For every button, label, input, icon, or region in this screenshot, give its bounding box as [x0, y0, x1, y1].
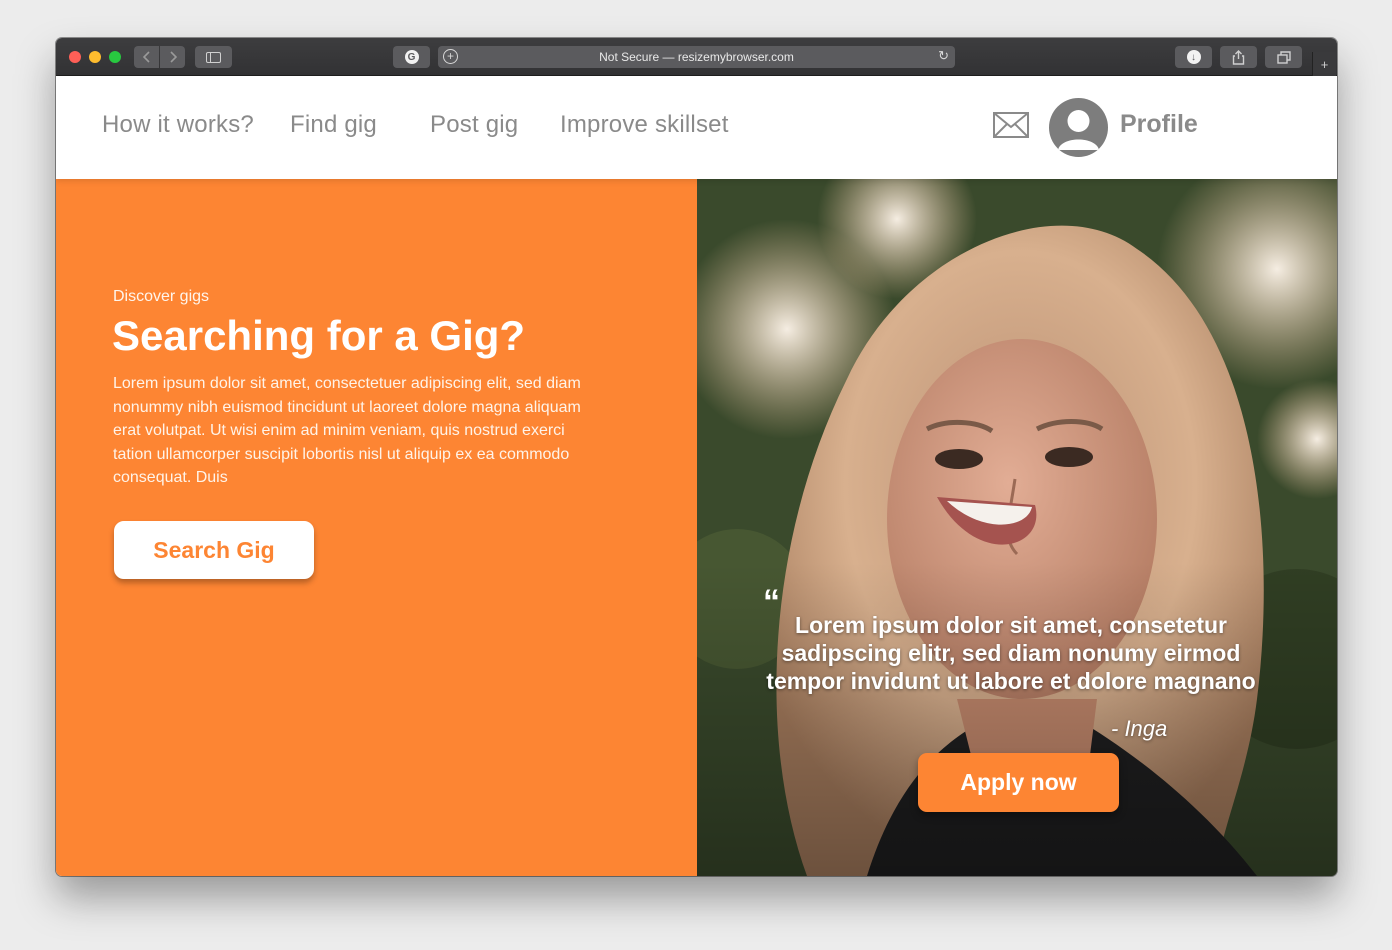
reload-icon[interactable]: ↻ [938, 48, 949, 64]
sidebar-toggle-button[interactable] [195, 46, 232, 68]
share-button[interactable] [1220, 46, 1257, 68]
testimonial-author: - Inga [1111, 716, 1168, 741]
hero-eyebrow: Discover gigs [113, 288, 210, 305]
hero-promo-panel: Discover gigs Searching for a Gig? Lorem… [56, 179, 697, 876]
user-silhouette-icon [1058, 110, 1099, 150]
testimonial-quote: Lorem ipsum dolor sit amet, consetetur s… [766, 612, 1256, 694]
browser-window: G + Not Secure — resizemybrowser.com ↻ ↓… [56, 38, 1337, 876]
apply-now-button[interactable]: Apply now [918, 753, 1119, 812]
nav-link-how-it-works[interactable]: How it works? [102, 111, 254, 139]
minimize-window-button[interactable] [89, 51, 101, 63]
mail-icon[interactable] [993, 112, 1029, 138]
downloads-button[interactable]: ↓ [1175, 46, 1212, 68]
browser-toolbar: G + Not Secure — resizemybrowser.com ↻ ↓… [56, 38, 1337, 76]
back-chevron-icon [142, 51, 150, 63]
back-button[interactable] [134, 46, 159, 68]
download-icon: ↓ [1186, 50, 1201, 64]
forward-chevron-icon [169, 51, 177, 63]
nav-link-find-gig[interactable]: Find gig [290, 111, 377, 139]
address-text: Not Secure — resizemybrowser.com [599, 50, 794, 64]
testimonial-panel: “ Lorem ipsum dolor sit amet, consetetur… [697, 179, 1337, 876]
share-icon [1232, 49, 1245, 65]
search-gig-button[interactable]: Search Gig [114, 521, 314, 579]
forward-button[interactable] [160, 46, 185, 68]
site-navbar: How it works? Find gig Post gig Improve … [56, 76, 1337, 179]
close-window-button[interactable] [69, 51, 81, 63]
show-tabs-button[interactable] [1265, 46, 1302, 68]
new-tab-icon: + [1320, 56, 1329, 72]
grammarly-extension-button[interactable]: G [393, 46, 430, 68]
nav-link-improve-skillset[interactable]: Improve skillset [560, 111, 729, 139]
sidebar-icon [206, 51, 221, 63]
hero-description: Lorem ipsum dolor sit amet, consectetuer… [113, 375, 581, 487]
grammarly-icon: G [404, 50, 419, 64]
profile-link[interactable]: Profile [1120, 110, 1198, 139]
avatar[interactable] [1049, 98, 1108, 157]
new-tab-button[interactable]: + [1312, 52, 1336, 76]
tabs-icon [1276, 50, 1291, 64]
hero-title: Searching for a Gig? [112, 312, 526, 359]
nav-link-post-gig[interactable]: Post gig [430, 111, 518, 139]
add-icon[interactable]: + [443, 49, 458, 64]
address-bar[interactable]: + Not Secure — resizemybrowser.com ↻ [438, 46, 955, 68]
zoom-window-button[interactable] [109, 51, 121, 63]
